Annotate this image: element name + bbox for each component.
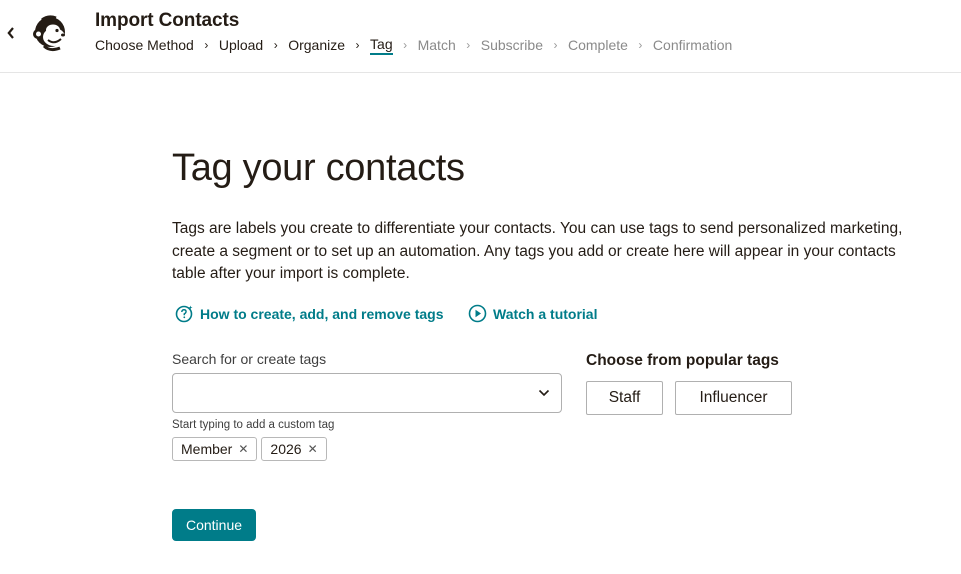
breadcrumb-upload[interactable]: Upload (219, 37, 263, 53)
section-description: Tags are labels you create to differenti… (172, 220, 903, 282)
breadcrumb-separator-icon: › (466, 38, 471, 52)
breadcrumb-separator-icon: › (403, 38, 408, 52)
popular-tags-label: Choose from popular tags (586, 352, 779, 369)
breadcrumb-organize[interactable]: Organize (288, 37, 345, 53)
breadcrumb-separator-icon: › (553, 38, 558, 52)
breadcrumb-separator-icon: › (204, 38, 209, 52)
breadcrumb-match: Match (417, 37, 456, 53)
selected-tag-2026: 2026 ✕ (261, 437, 327, 461)
watch-tutorial-label: Watch a tutorial (493, 305, 598, 322)
breadcrumb: Choose Method › Upload › Organize › Tag … (95, 36, 733, 55)
chevron-down-icon[interactable] (537, 386, 551, 400)
tag-search-hint: Start typing to add a custom tag (172, 419, 335, 431)
popular-tag-staff-button[interactable]: Staff (586, 381, 663, 415)
tag-search-label: Search for or create tags (172, 351, 327, 367)
tag-search-input[interactable] (173, 374, 523, 412)
breadcrumb-confirmation: Confirmation (652, 37, 733, 53)
continue-button[interactable]: Continue (172, 509, 256, 541)
section-heading: Tag your contacts (172, 147, 465, 189)
watch-tutorial-link[interactable]: Watch a tutorial (468, 304, 598, 323)
popular-tag-influencer-button[interactable]: Influencer (675, 381, 792, 415)
tag-search-combobox[interactable] (172, 373, 562, 413)
play-circle-icon (468, 304, 487, 323)
breadcrumb-complete: Complete (568, 37, 628, 53)
how-to-tags-link[interactable]: How to create, add, and remove tags (175, 304, 444, 323)
breadcrumb-separator-icon: › (638, 38, 643, 52)
breadcrumb-separator-icon: › (273, 38, 278, 52)
back-button[interactable] (4, 22, 18, 44)
page-title: Import Contacts (95, 10, 240, 31)
selected-tags: Member ✕ 2026 ✕ (172, 437, 327, 461)
selected-tag-member: Member ✕ (172, 437, 258, 461)
mailchimp-logo (33, 15, 65, 52)
tag-label: Member (181, 441, 233, 457)
breadcrumb-tag[interactable]: Tag (370, 36, 393, 55)
breadcrumb-subscribe: Subscribe (480, 37, 543, 53)
top-header: Import Contacts Choose Method › Upload ›… (0, 0, 961, 73)
breadcrumb-separator-icon: › (355, 38, 360, 52)
question-sparkle-icon (175, 305, 193, 323)
tag-label: 2026 (270, 441, 302, 457)
close-icon[interactable]: ✕ (238, 442, 248, 456)
chevron-left-icon (7, 27, 14, 39)
close-icon[interactable]: ✕ (308, 442, 318, 456)
breadcrumb-choose-method[interactable]: Choose Method (95, 37, 194, 53)
how-to-tags-label: How to create, add, and remove tags (200, 305, 444, 322)
